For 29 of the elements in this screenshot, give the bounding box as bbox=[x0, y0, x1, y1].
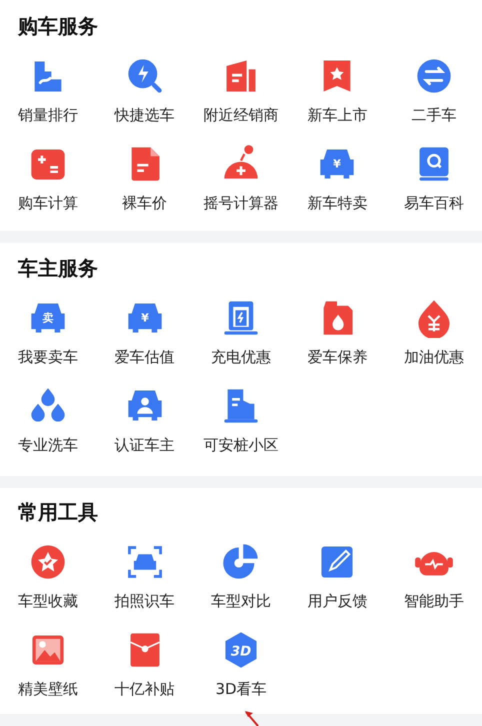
service-link[interactable]: 加油优惠 bbox=[404, 346, 464, 368]
service-link[interactable]: 智能助手 bbox=[404, 590, 464, 612]
service-link[interactable]: 精美壁纸 bbox=[18, 678, 78, 700]
service-link[interactable]: 拍照识车 bbox=[114, 590, 175, 612]
service-link[interactable]: 摇号计算器 bbox=[203, 192, 278, 214]
section-title: 车主服务 bbox=[18, 256, 98, 280]
service-link[interactable]: 新车上市 bbox=[307, 104, 368, 126]
section-title: 购车服务 bbox=[18, 14, 98, 38]
service-link[interactable]: 易车百科 bbox=[404, 192, 464, 214]
service-link[interactable]: 十亿补贴 bbox=[114, 678, 175, 700]
service-link[interactable]: 附近经销商 bbox=[203, 104, 278, 126]
service-link[interactable]: 裸车价 bbox=[122, 192, 168, 214]
service-link[interactable]: 专业洗车 bbox=[18, 434, 78, 456]
service-link[interactable]: 我要卖车 bbox=[18, 346, 78, 368]
service-link[interactable]: 新车特卖 bbox=[307, 192, 368, 214]
service-link[interactable]: 认证车主 bbox=[114, 434, 175, 456]
service-link[interactable]: 可安桩小区 bbox=[203, 434, 278, 456]
service-link[interactable]: 二手车 bbox=[411, 104, 456, 126]
service-link[interactable]: 购车计算 bbox=[18, 192, 78, 214]
section-title: 常用工具 bbox=[18, 500, 98, 524]
service-link[interactable]: 爱车保养 bbox=[307, 346, 368, 368]
service-link[interactable]: 充电优惠 bbox=[210, 346, 271, 368]
service-link[interactable]: 3D看车 bbox=[215, 678, 267, 700]
service-link[interactable]: 车型收藏 bbox=[18, 590, 78, 612]
service-link[interactable]: 销量排行 bbox=[18, 104, 78, 126]
service-link[interactable]: 快捷选车 bbox=[114, 104, 175, 126]
service-link[interactable]: 车型对比 bbox=[210, 590, 271, 612]
service-link[interactable]: 用户反馈 bbox=[307, 590, 368, 612]
service-link[interactable]: 爱车估值 bbox=[114, 346, 175, 368]
